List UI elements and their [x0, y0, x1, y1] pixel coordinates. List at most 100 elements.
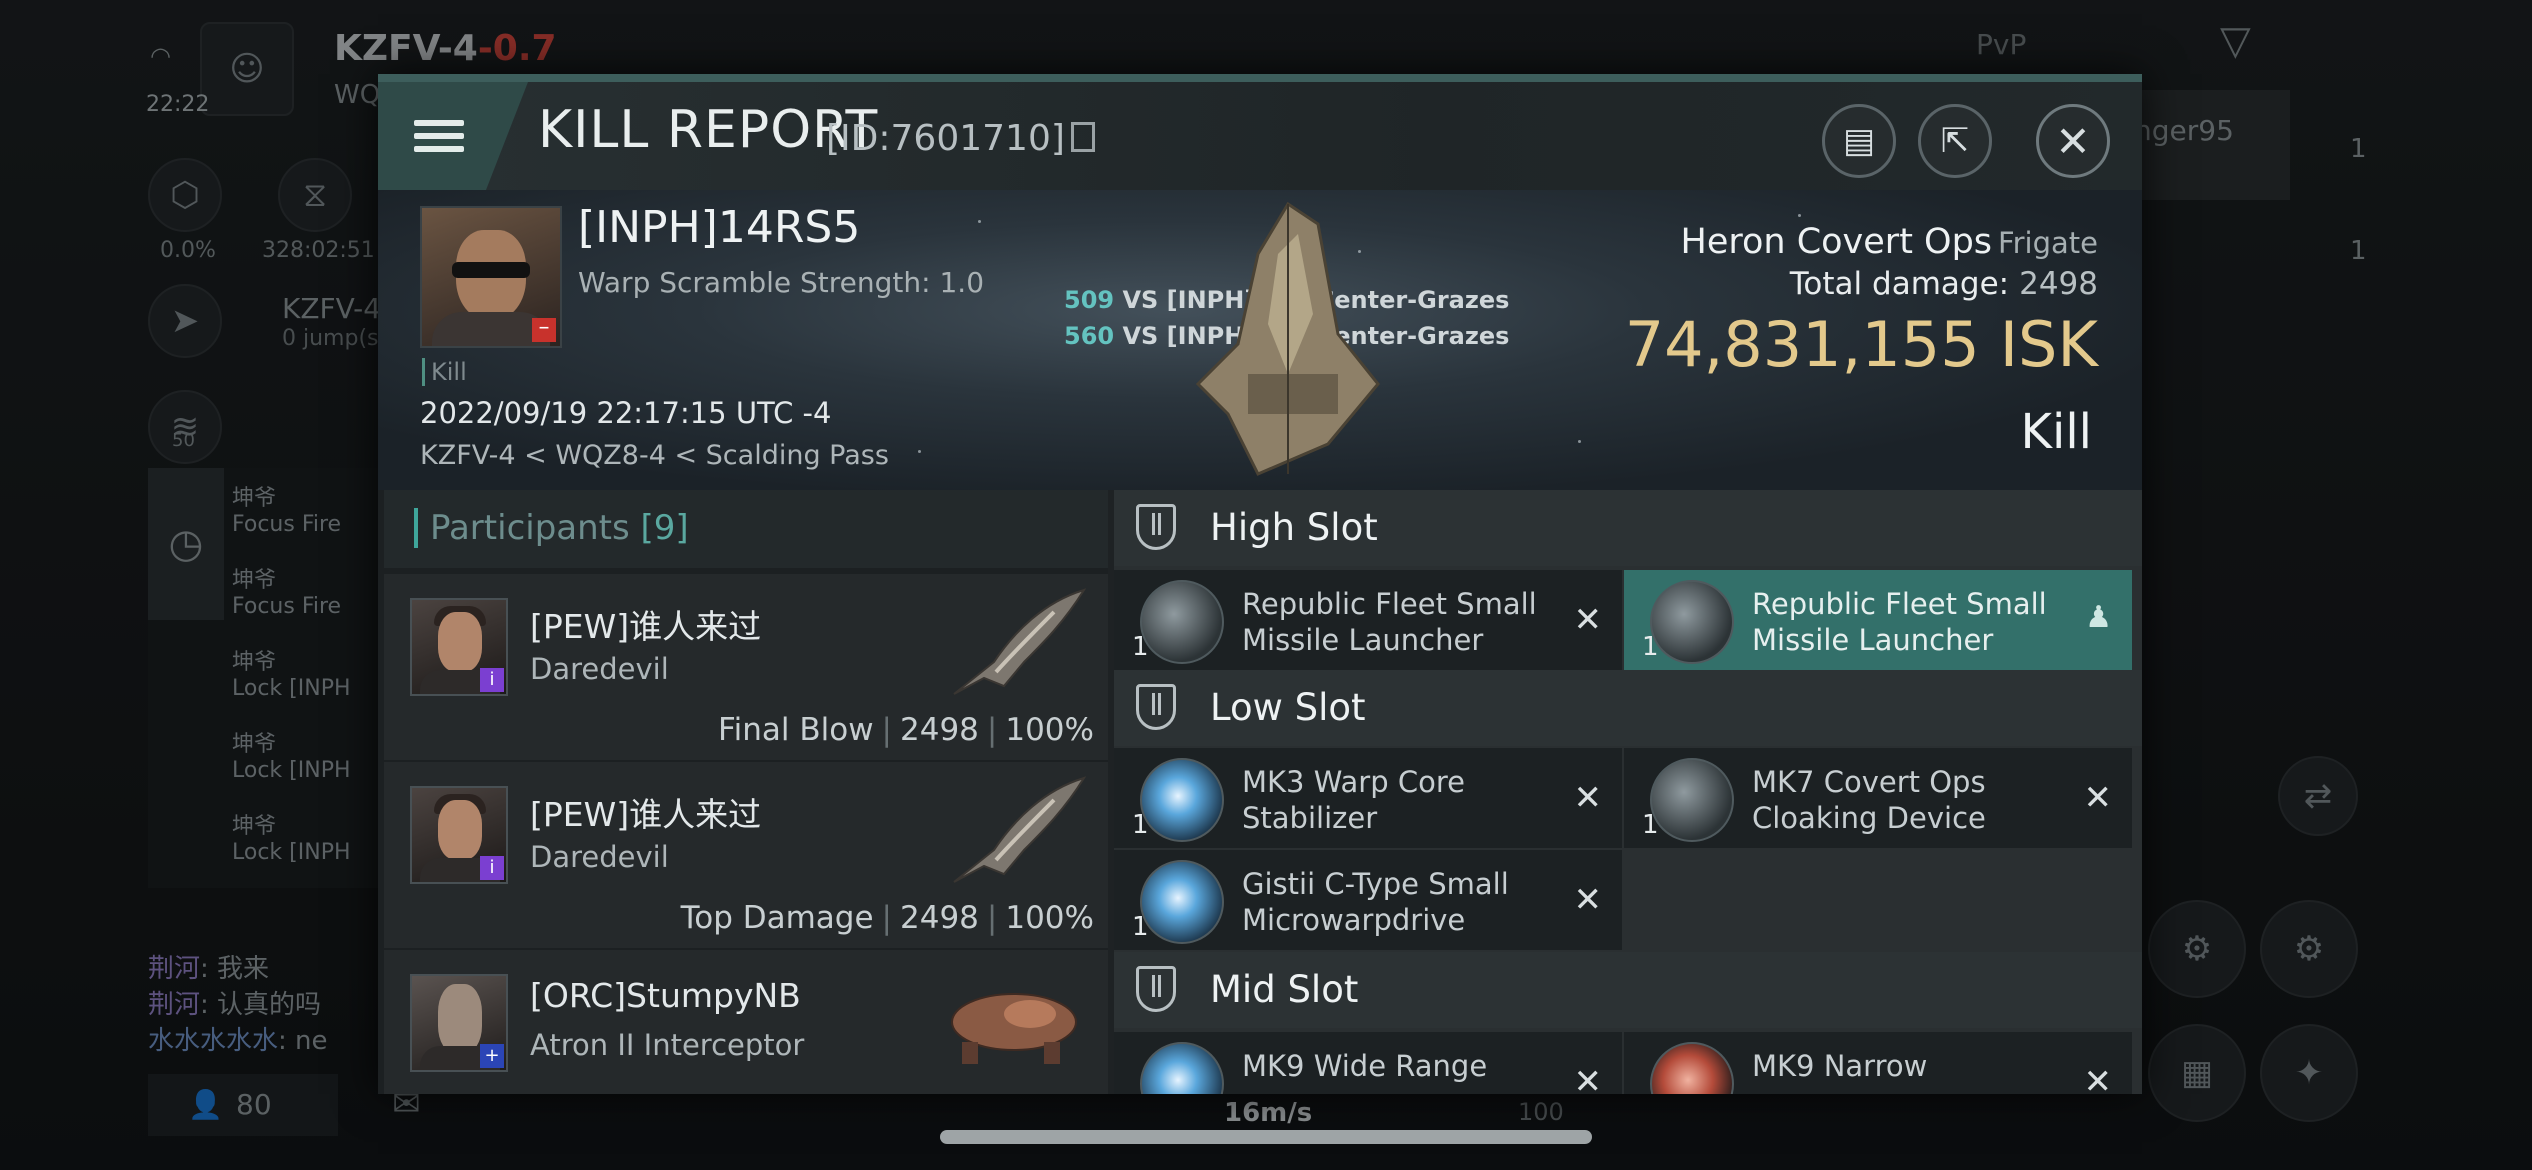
slot-icon	[1136, 684, 1176, 730]
mode-label[interactable]: PvP	[1976, 28, 2026, 61]
history-icon[interactable]: ◷	[148, 468, 224, 620]
fitting-panel[interactable]: High Slot 1 Republic Fleet Small Missile…	[1114, 490, 2142, 1094]
module-item[interactable]: 1 Republic Fleet Small Missile Launcher …	[1114, 570, 1622, 670]
module-item[interactable]: 1 MK7 Covert Ops Cloaking Device ✕	[1624, 748, 2132, 848]
high-slot-header: High Slot	[1114, 490, 2142, 566]
participant-portrait[interactable]: i	[410, 598, 508, 696]
module-item[interactable]: 1 MK3 Warp Core Stabilizer ✕	[1114, 748, 1622, 848]
swap-icon[interactable]: ⇄	[2278, 756, 2358, 836]
chat-line: 水水水水水: ne	[148, 1020, 328, 1057]
high-slot-title: High Slot	[1210, 506, 1378, 549]
low-slot-title: Low Slot	[1210, 686, 1366, 729]
participant-portrait[interactable]: i	[410, 786, 508, 884]
drone-icon[interactable]: ⧖	[278, 158, 352, 232]
right-target-tab[interactable]: nger95	[2130, 90, 2290, 200]
wifi-icon: ◠	[150, 42, 171, 70]
participant-name: [PEW]谁人来过	[530, 607, 762, 646]
kill-tag: Kill	[422, 358, 467, 386]
participant-ship-image	[951, 993, 1077, 1064]
chat-text: : 认真的吗	[200, 990, 322, 1020]
participant-row[interactable]: i [PEW]谁人来过 Daredevil Final Blow | 2498 | 10…	[384, 574, 1108, 760]
participant-name: [ORC]StumpyNB	[530, 976, 801, 1015]
hamburger-icon	[414, 113, 464, 159]
feed-name: 坤爷	[232, 732, 277, 757]
module-name: Republic Fleet Small Missile Launcher	[1242, 587, 1537, 657]
module-quantity: 1	[1642, 810, 1659, 840]
module-item[interactable]: MK9 Wide Range ✕	[1114, 1032, 1622, 1094]
feed-name: 坤爷	[232, 486, 277, 511]
victim-name[interactable]: [INPH]14RS5	[578, 202, 860, 253]
mid-slot-title: Mid Slot	[1210, 968, 1359, 1011]
module-slot-icon[interactable]: ▦	[2148, 1024, 2246, 1122]
module-name: MK3 Warp Core Stabilizer	[1242, 765, 1465, 835]
participant-ship: Daredevil	[530, 652, 669, 686]
close-button[interactable]: ✕	[2036, 104, 2110, 178]
vs-number: 560	[1064, 322, 1115, 350]
slot-icon	[1136, 966, 1176, 1012]
modal-top-strip	[378, 74, 2142, 82]
participants-header: Participants [9]	[384, 490, 1108, 568]
participant-damage: 2498	[900, 900, 979, 936]
menu-button[interactable]	[378, 82, 528, 190]
star	[1798, 214, 1801, 217]
kill-location[interactable]: KZFV-4 < WQZ8-4 < Scalding Pass	[420, 440, 889, 471]
pilot-icon: ♟	[2085, 600, 2112, 635]
star	[1578, 440, 1581, 443]
vs-number: 509	[1064, 286, 1115, 314]
participants-panel[interactable]: Participants [9] i [PEW]谁人来过 Daredevil F…	[378, 490, 1108, 1094]
total-damage-value: 2498	[2019, 266, 2098, 302]
module-item-selected[interactable]: 1 Republic Fleet Small Missile Launcher …	[1624, 570, 2132, 670]
participant-ship: Daredevil	[530, 840, 669, 874]
hud-stat-b: 328:02:51	[262, 238, 375, 263]
ship-class: Frigate	[1998, 226, 2098, 260]
participant-damage: 2498	[900, 712, 979, 748]
feed-item: 坤爷 Lock [INPH	[232, 726, 351, 783]
home-indicator[interactable]	[940, 1130, 1592, 1144]
module-slot-icon[interactable]: ⚙	[2148, 900, 2246, 998]
warp-core-stabilizer-icon	[1140, 758, 1224, 842]
share-icon: ⇱	[1940, 121, 1970, 161]
module-item[interactable]: 1 Gistii C-Type Small Microwarpdrive ✕	[1114, 850, 1622, 950]
victim-ship-name[interactable]: Heron Covert Ops Frigate	[1681, 222, 2098, 262]
module-name: MK9 Wide Range	[1242, 1049, 1488, 1083]
feed-name: 坤爷	[232, 568, 277, 593]
tactical-icon[interactable]: ≋	[148, 390, 222, 464]
participant-percent: 100%	[1005, 712, 1094, 748]
system-name-text: KZFV-4	[334, 28, 478, 69]
participant-portrait[interactable]: +	[410, 974, 508, 1072]
feed-text: Focus Fire	[232, 512, 342, 537]
participant-row[interactable]: + [ORC]StumpyNB Atron II Interceptor	[384, 950, 1108, 1094]
kill-id[interactable]: [ID:7601710]	[826, 118, 1095, 159]
victim-portrait[interactable]: –	[420, 206, 562, 348]
module-slot-icon[interactable]: ✦	[2260, 1024, 2358, 1122]
slot-icon	[1136, 504, 1176, 550]
participant-row[interactable]: i [PEW]谁人来过 Daredevil Top Damage | 2498 | 10…	[384, 762, 1108, 948]
clock: 22:22	[146, 92, 210, 117]
scanner-icon	[1140, 1042, 1224, 1094]
chat-line: 荆河: 认真的吗	[148, 984, 321, 1021]
filter-icon[interactable]: ▽	[2220, 18, 2251, 64]
player-count-bar[interactable]: 👤 80	[148, 1074, 338, 1136]
close-x-icon: ✕	[1573, 600, 1603, 640]
share-button[interactable]: ⇱	[1918, 104, 1992, 178]
right-badge-a: 1	[2350, 134, 2367, 164]
feed-item: 坤爷 Lock [INPH	[232, 644, 351, 701]
module-slot-icon[interactable]: ⚙	[2260, 900, 2358, 998]
navigate-icon[interactable]: ➤	[148, 284, 222, 358]
module-item[interactable]: MK9 Narrow ✕	[1624, 1032, 2132, 1094]
clipboard-button[interactable]: ▤	[1822, 104, 1896, 178]
cargo-icon[interactable]: ⬡	[148, 158, 222, 232]
total-damage: Total damage: 2498	[1790, 266, 2098, 302]
kill-summary-header: – [INPH]14RS5 Warp Scramble Strength: 1.…	[378, 190, 2142, 490]
module-quantity: 1	[1132, 810, 1149, 840]
isk-unit: ISK	[1999, 308, 2098, 381]
player-avatar[interactable]: ☺	[200, 22, 294, 116]
feed-text: Focus Fire	[232, 594, 342, 619]
copy-icon[interactable]	[1070, 122, 1095, 152]
participant-name: [PEW]谁人来过	[530, 795, 762, 834]
chat-text: : ne	[278, 1026, 328, 1056]
participant-role: Top Damage	[680, 900, 874, 936]
chat-name: 荆河	[148, 954, 201, 984]
missile-launcher-icon	[1650, 580, 1734, 664]
star	[918, 450, 921, 453]
